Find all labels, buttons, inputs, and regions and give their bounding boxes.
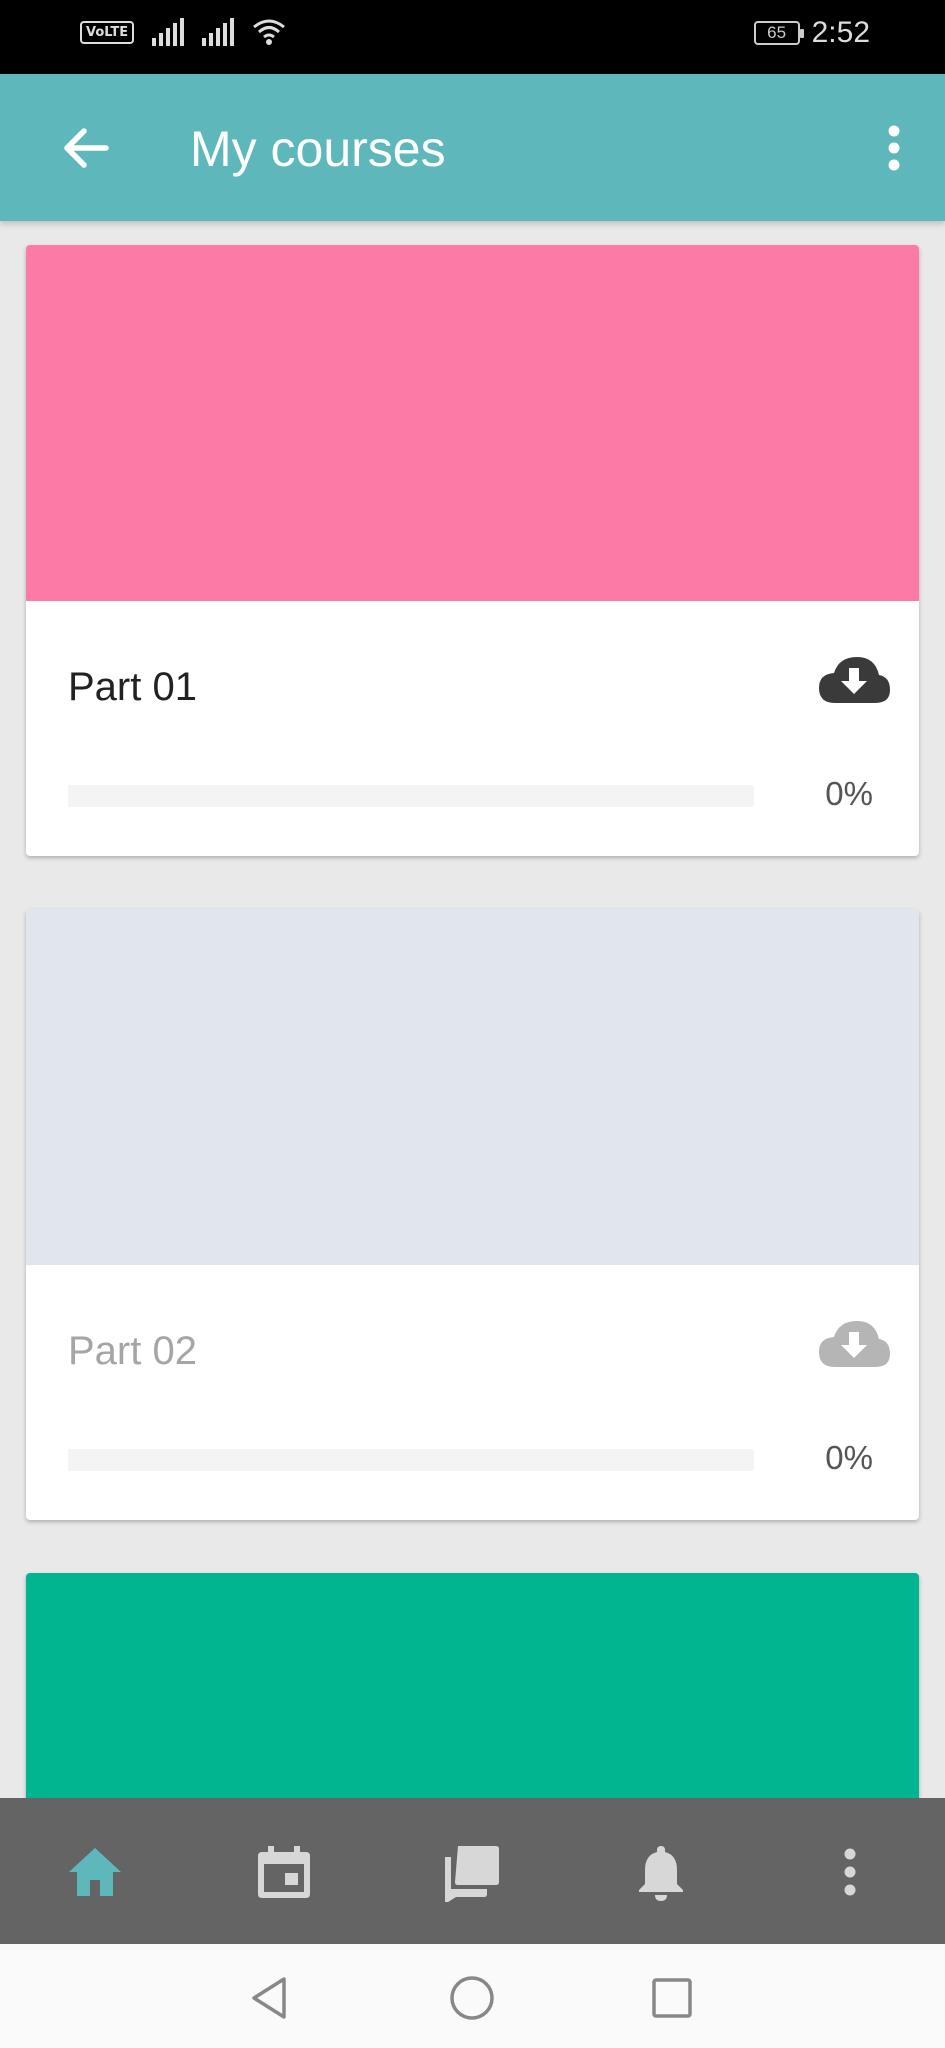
bottom-navigation — [0, 1798, 945, 1944]
system-navigation-bar — [0, 1944, 945, 2048]
nav-home[interactable] — [65, 1842, 125, 1902]
status-bar: VoLTE 65 2:52 — [0, 0, 945, 74]
overflow-menu-button[interactable] — [879, 118, 909, 178]
cloud-download-icon — [819, 657, 890, 703]
course-title: Part 01 — [68, 665, 197, 709]
bell-icon — [639, 1846, 683, 1901]
clock: 2:52 — [811, 16, 870, 49]
forum-icon — [445, 1846, 499, 1904]
download-button[interactable] — [817, 1317, 891, 1369]
course-card[interactable] — [26, 1573, 919, 1833]
download-button[interactable] — [817, 653, 891, 705]
course-banner — [26, 245, 919, 601]
back-button[interactable] — [56, 118, 116, 178]
course-banner — [26, 909, 919, 1265]
page-title: My courses — [190, 121, 446, 177]
course-card[interactable]: Part 02 0% — [26, 909, 919, 1520]
nav-notifications[interactable] — [631, 1842, 691, 1902]
progress-percent: 0% — [825, 775, 873, 812]
back-triangle-icon — [252, 1977, 286, 2019]
status-right: 65 2:52 — [753, 16, 870, 50]
app-bar: My courses — [0, 74, 945, 221]
home-icon — [69, 1848, 121, 1896]
progress-bar — [68, 785, 754, 807]
home-circle-icon — [450, 1976, 494, 2020]
nav-calendar[interactable] — [254, 1842, 314, 1902]
course-banner — [26, 1573, 919, 1833]
wifi-icon — [253, 19, 286, 45]
progress-bar — [68, 1449, 754, 1471]
course-title: Part 02 — [68, 1329, 197, 1373]
cell-signal-icon — [152, 18, 185, 46]
cell-signal-2-icon — [202, 18, 235, 46]
volte-badge: VoLTE — [80, 20, 135, 44]
system-home-button[interactable] — [448, 1974, 496, 2022]
course-card[interactable]: Part 01 0% — [26, 245, 919, 856]
progress-percent: 0% — [825, 1439, 873, 1476]
system-back-button[interactable] — [246, 1974, 294, 2022]
nav-forum[interactable] — [442, 1842, 502, 1904]
system-recents-button[interactable] — [648, 1974, 696, 2022]
status-left: VoLTE — [80, 18, 286, 46]
more-vert-icon — [844, 1848, 856, 1896]
cloud-download-icon — [819, 1321, 890, 1367]
arrow-back-icon — [64, 128, 109, 168]
calendar-icon — [258, 1846, 310, 1898]
more-vert-icon — [888, 125, 900, 171]
nav-more[interactable] — [820, 1842, 880, 1902]
recents-square-icon — [652, 1978, 692, 2018]
battery-icon: 65 — [753, 21, 804, 45]
